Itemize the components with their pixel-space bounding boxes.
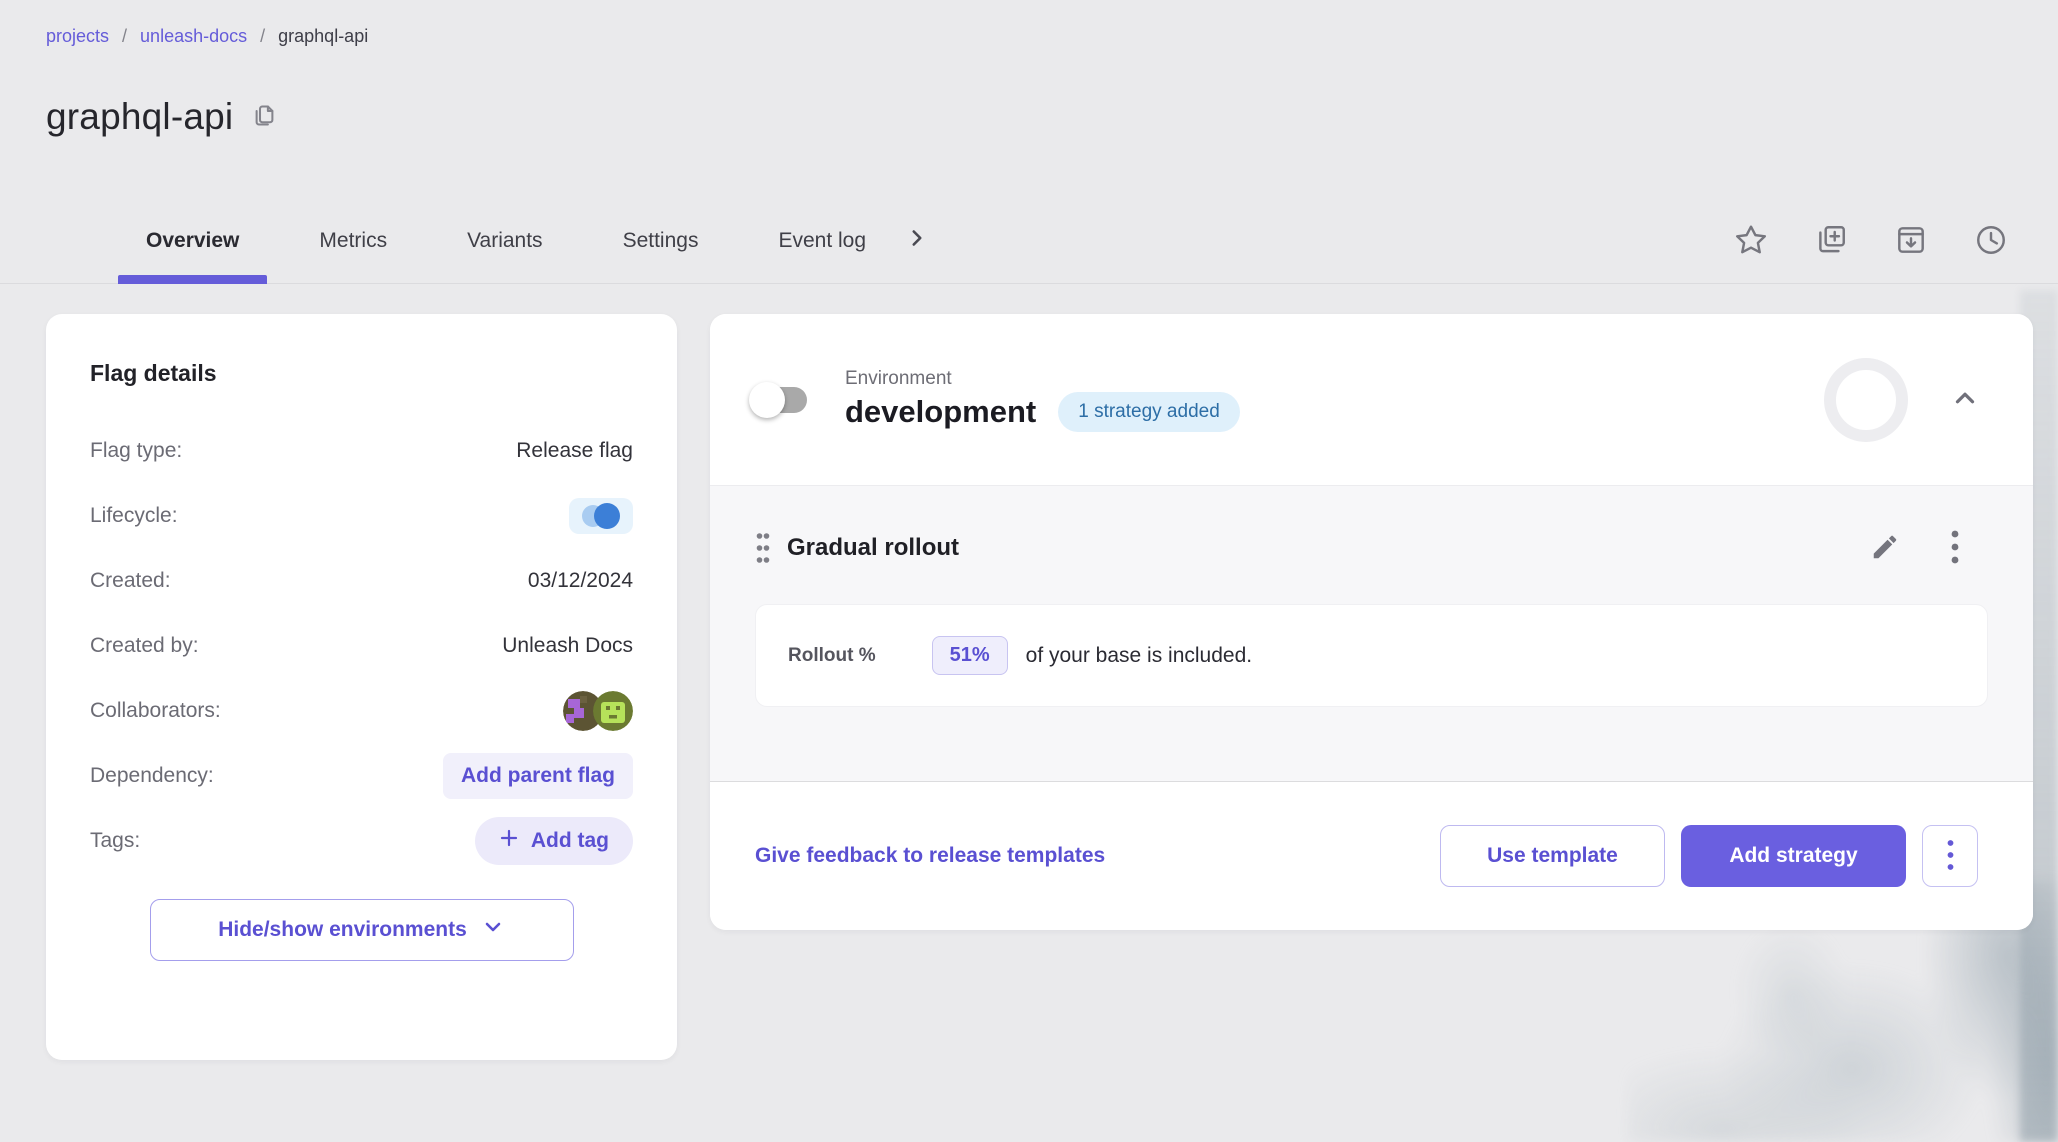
tab-overview[interactable]: Overview (118, 198, 267, 283)
rollout-card: Rollout % 51% of your base is included. (755, 604, 1988, 707)
collapse-environment-button[interactable] (1950, 383, 1980, 416)
tab-settings[interactable]: Settings (595, 198, 727, 283)
copy-icon (251, 102, 278, 132)
plus-icon (499, 828, 519, 854)
edit-strategy-button[interactable] (1870, 532, 1900, 565)
flag-type-label: Flag type: (90, 439, 182, 463)
lifecycle-label: Lifecycle: (90, 504, 178, 528)
rollout-value-badge: 51% (932, 636, 1008, 675)
lifecycle-prelive-icon (594, 503, 620, 529)
toggle-knob (749, 382, 785, 418)
created-label: Created: (90, 569, 171, 593)
environment-footer: Give feedback to release templates Use t… (710, 782, 2033, 930)
dependency-label: Dependency: (90, 764, 214, 788)
page-title: graphql-api (46, 96, 233, 138)
collaborators-label: Collaborators: (90, 699, 221, 723)
flag-details-card: Flag details Flag type: Release flag Lif… (46, 314, 677, 1060)
created-value: 03/12/2024 (528, 569, 633, 593)
archive-button[interactable] (1894, 223, 1928, 260)
drag-handle[interactable] (755, 530, 771, 566)
favorite-button[interactable] (1734, 223, 1768, 260)
add-tag-button[interactable]: Add tag (475, 817, 633, 865)
release-templates-feedback-link[interactable]: Give feedback to release templates (755, 844, 1105, 868)
breadcrumb-separator: / (122, 26, 127, 47)
hide-show-environments-button[interactable]: Hide/show environments (150, 899, 574, 961)
collaborators-row: Collaborators: (90, 689, 633, 733)
copy-add-icon (1814, 223, 1848, 260)
strategy-section: Gradual rollout (710, 485, 2033, 782)
environment-toggle[interactable] (755, 387, 807, 413)
breadcrumb-project-link[interactable]: unleash-docs (140, 26, 247, 47)
page-title-row: graphql-api (46, 96, 278, 138)
flag-details-title: Flag details (90, 360, 633, 387)
clock-icon (1974, 223, 2008, 260)
collaborator-avatars (563, 691, 633, 731)
environment-card: Environment development 1 strategy added (710, 314, 2033, 930)
environment-text: Environment development 1 strategy added (845, 368, 1240, 432)
lifecycle-row: Lifecycle: (90, 494, 633, 538)
breadcrumb-separator: / (260, 26, 265, 47)
created-by-value: Unleash Docs (502, 634, 633, 658)
use-template-button[interactable]: Use template (1440, 825, 1665, 887)
rollout-label: Rollout % (788, 645, 876, 667)
tab-event-log[interactable]: Event log (750, 198, 894, 283)
tab-variants[interactable]: Variants (439, 198, 570, 283)
strategy-title: Gradual rollout (787, 534, 959, 562)
created-row: Created: 03/12/2024 (90, 559, 633, 603)
dependency-row: Dependency: Add parent flag (90, 754, 633, 798)
add-strategy-button[interactable]: Add strategy (1681, 825, 1906, 887)
copy-name-button[interactable] (251, 102, 278, 132)
tags-label: Tags: (90, 829, 140, 853)
header-actions (1734, 205, 2008, 277)
archive-icon (1894, 223, 1928, 260)
flag-type-row: Flag type: Release flag (90, 429, 633, 473)
flag-type-value: Release flag (516, 439, 633, 463)
strategy-header: Gradual rollout (755, 528, 1988, 568)
environment-menu-button[interactable] (1922, 825, 1978, 887)
tags-row: Tags: Add tag (90, 819, 633, 863)
lifecycle-stage-badge[interactable] (569, 498, 633, 534)
chevron-right-icon (904, 225, 930, 256)
kebab-menu-icon (1950, 528, 1960, 569)
environment-name: development (845, 394, 1036, 430)
rollout-description: of your base is included. (1026, 644, 1252, 668)
tabs-overflow-button[interactable] (894, 198, 940, 283)
breadcrumb: projects / unleash-docs / graphql-api (46, 26, 368, 47)
environment-header: Environment development 1 strategy added (710, 314, 2033, 485)
tabs: Overview Metrics Variants Settings Event… (118, 198, 894, 283)
created-by-row: Created by: Unleash Docs (90, 624, 633, 668)
tab-metrics[interactable]: Metrics (291, 198, 415, 283)
chevron-up-icon (1950, 383, 1980, 416)
created-by-label: Created by: (90, 634, 199, 658)
breadcrumb-current: graphql-api (278, 26, 368, 47)
breadcrumb-projects-link[interactable]: projects (46, 26, 109, 47)
chevron-down-icon (481, 915, 505, 945)
metrics-ring (1824, 358, 1908, 442)
add-tag-label: Add tag (531, 829, 609, 853)
add-parent-flag-button[interactable]: Add parent flag (443, 753, 633, 799)
environment-label: Environment (845, 368, 1240, 390)
kebab-menu-icon (1946, 838, 1955, 875)
avatar (593, 691, 633, 731)
strategy-count-badge: 1 strategy added (1058, 392, 1240, 432)
copy-feature-button[interactable] (1814, 223, 1848, 260)
star-icon (1734, 223, 1768, 260)
pencil-icon (1870, 532, 1900, 565)
strategy-menu-button[interactable] (1950, 528, 1960, 569)
hide-show-environments-label: Hide/show environments (218, 918, 467, 942)
history-button[interactable] (1974, 223, 2008, 260)
